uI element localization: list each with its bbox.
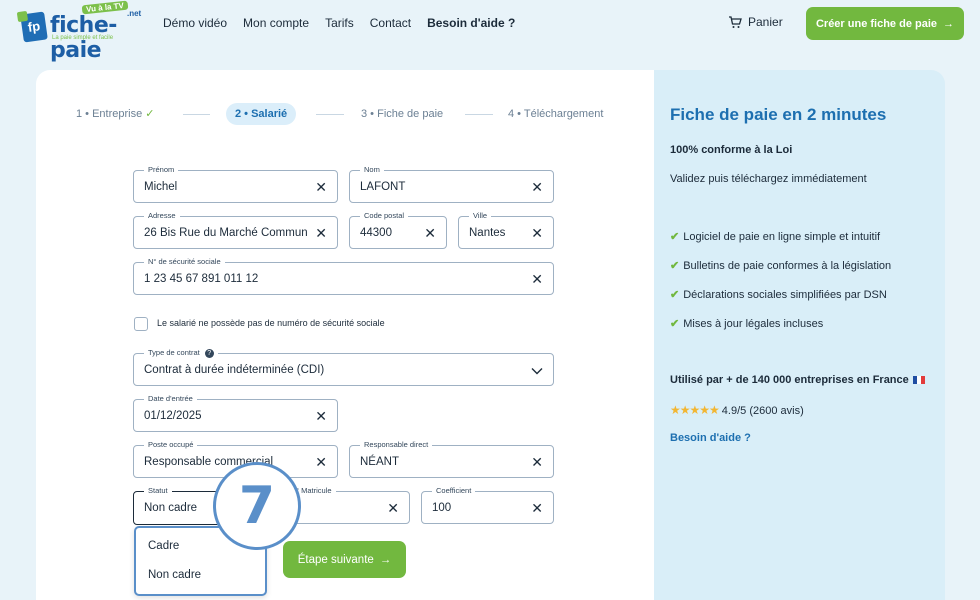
check-icon: ✔ [670, 231, 680, 243]
statut-select[interactable]: Statut Non cadre [133, 486, 223, 525]
coefficient-field[interactable]: Coefficient 100 ✕ [421, 486, 554, 524]
feature-text: Mises à jour légales incluses [683, 318, 824, 330]
step-number: 2 [235, 108, 242, 120]
side-title: Fiche de paie en 2 minutes [670, 105, 887, 124]
site-header: fp fiche-paie .net Vu à la TV La paie si… [0, 0, 980, 63]
step-divider [465, 114, 493, 115]
cta-label: Créer une fiche de paie [815, 17, 938, 30]
step-entreprise[interactable]: 1 • Entreprise ✓ [76, 103, 154, 125]
type-contrat-select[interactable]: Type de contrat? Contrat à durée indéter… [133, 348, 554, 386]
clear-icon[interactable]: ✕ [315, 455, 327, 469]
stepper: 1 • Entreprise ✓ 2 • Salarié 3 • Fiche de… [76, 103, 636, 125]
step-telechargement[interactable]: 4 • Téléchargement [508, 103, 603, 125]
rating-text: 4.9/5 (2600 avis) [721, 405, 804, 417]
no-secu-checkbox[interactable] [134, 317, 148, 331]
next-step-button[interactable]: Étape suivante → [283, 541, 406, 578]
responsable-field[interactable]: Responsable direct NÉANT ✕ [349, 440, 554, 478]
rating: ★★★★★ 4.9/5 (2600 avis) [670, 403, 804, 417]
france-flag-icon [912, 376, 925, 385]
step-salarie[interactable]: 2 • Salarié [226, 103, 297, 125]
secu-field[interactable]: N° de sécurité sociale 1 23 45 67 891 01… [133, 257, 554, 295]
cart-label: Panier [748, 15, 783, 29]
nom-field[interactable]: Nom LAFONT ✕ [349, 165, 554, 203]
step-number: 4 [508, 108, 515, 120]
matricule-field[interactable]: ° Matricule ✕ [283, 486, 410, 524]
chevron-down-icon [531, 363, 543, 377]
arrow-right-icon: → [943, 17, 955, 30]
next-step-label: Étape suivante [297, 553, 374, 566]
nav-tarifs[interactable]: Tarifs [325, 16, 354, 30]
code-postal-value: 44300 [360, 226, 392, 239]
clear-icon[interactable]: ✕ [424, 226, 436, 240]
side-subtitle: 100% conforme à la Loi [670, 144, 793, 156]
responsable-value: NÉANT [360, 455, 399, 468]
statut-option-non-cadre[interactable]: Non cadre [148, 569, 201, 581]
check-icon: ✔ [670, 289, 680, 301]
used-by-text: Utilisé par + de 140 000 entreprises en … [670, 374, 925, 386]
feature-text: Bulletins de paie conformes à la législa… [683, 260, 892, 272]
nav-besoin-aide[interactable]: Besoin d'aide ? [427, 16, 515, 30]
main-nav: Démo vidéo Mon compte Tarifs Contact Bes… [163, 16, 531, 30]
clear-icon[interactable]: ✕ [315, 226, 327, 240]
ville-value: Nantes [469, 226, 506, 239]
statut-option-cadre[interactable]: Cadre [148, 540, 179, 552]
feature-text: Déclarations sociales simplifiées par DS… [683, 289, 887, 301]
step-number: 3 [361, 108, 368, 120]
check-icon: ✔ [670, 318, 680, 330]
adresse-value: 26 Bis Rue du Marché Commun [144, 226, 308, 239]
star-rating-icon: ★★★★★ [670, 403, 720, 417]
step-number-badge: 7 [213, 462, 301, 550]
secu-value: 1 23 45 67 891 011 12 [144, 272, 259, 285]
nav-mon-compte[interactable]: Mon compte [243, 16, 309, 30]
logo-net: .net [127, 9, 142, 18]
step-fiche-de-paie[interactable]: 3 • Fiche de paie [361, 103, 443, 125]
create-payslip-button[interactable]: Créer une fiche de paie → [806, 7, 964, 40]
prenom-value: Michel [144, 180, 178, 193]
feature-text: Logiciel de paie en ligne simple et intu… [683, 231, 881, 243]
step-label: Fiche de paie [377, 108, 444, 120]
step-label: Téléchargement [523, 108, 604, 120]
clear-icon[interactable]: ✕ [315, 409, 327, 423]
prenom-field[interactable]: Prénom Michel ✕ [133, 165, 338, 203]
statut-value: Non cadre [144, 502, 198, 514]
date-entree-value: 01/12/2025 [144, 409, 202, 422]
arrow-right-icon: → [379, 553, 392, 566]
clear-icon[interactable]: ✕ [531, 272, 543, 286]
logo-tagline: La paie simple et facile [52, 35, 114, 41]
coefficient-value: 100 [432, 501, 452, 514]
adresse-field[interactable]: Adresse 26 Bis Rue du Marché Commun ✕ [133, 211, 338, 249]
feature-item: ✔ Logiciel de paie en ligne simple et int… [670, 230, 880, 243]
clear-icon[interactable]: ✕ [531, 226, 543, 240]
step-number: 1 [76, 108, 83, 120]
ville-field[interactable]: Ville Nantes ✕ [458, 211, 554, 249]
feature-item: ✔ Déclarations sociales simplifiées par D… [670, 288, 887, 301]
check-icon: ✓ [145, 108, 155, 120]
type-contrat-value: Contrat à durée indéterminée (CDI) [144, 363, 325, 376]
nav-contact[interactable]: Contact [370, 16, 411, 30]
cart-icon [729, 15, 742, 28]
step-label: Entreprise [92, 108, 143, 120]
date-entree-field[interactable]: Date d'entrée 01/12/2025 ✕ [133, 394, 338, 432]
nom-value: LAFONT [360, 180, 406, 193]
cart-link[interactable]: Panier [728, 15, 783, 29]
clear-icon[interactable]: ✕ [531, 180, 543, 194]
side-help-link[interactable]: Besoin d'aide ? [670, 432, 751, 444]
clear-icon[interactable]: ✕ [387, 501, 399, 515]
clear-icon[interactable]: ✕ [315, 180, 327, 194]
clear-icon[interactable]: ✕ [531, 455, 543, 469]
check-icon: ✔ [670, 260, 680, 272]
step-divider [316, 114, 344, 115]
step-label: Salarié [251, 108, 288, 120]
no-secu-checkbox-label[interactable]: Le salarié ne possède pas de numéro de s… [157, 318, 385, 328]
side-description: Validez puis téléchargez immédiatement [670, 173, 867, 185]
feature-item: ✔ Mises à jour légales incluses [670, 317, 823, 330]
clear-icon[interactable]: ✕ [531, 501, 543, 515]
feature-item: ✔ Bulletins de paie conformes à la législ… [670, 259, 891, 272]
logo[interactable]: fp fiche-paie .net Vu à la TV La paie si… [20, 0, 142, 63]
code-postal-field[interactable]: Code postal 44300 ✕ [349, 211, 447, 249]
step-divider [183, 114, 210, 115]
used-by-label: Utilisé par + de 140 000 entreprises en … [670, 374, 909, 386]
logo-mark: fp [20, 11, 48, 43]
nav-demo-video[interactable]: Démo vidéo [163, 16, 227, 30]
